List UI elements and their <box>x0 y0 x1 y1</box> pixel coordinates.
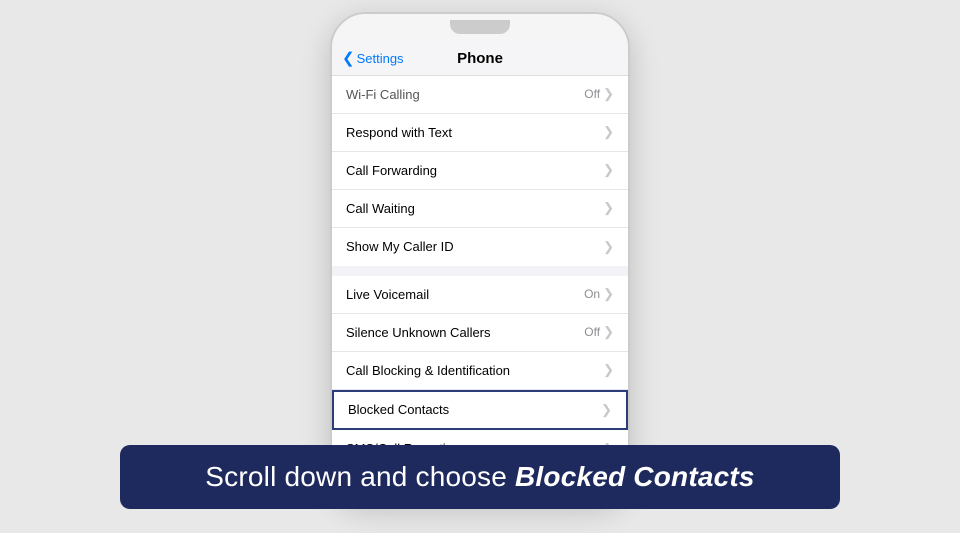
nav-back-button[interactable]: ❮ Settings <box>342 49 404 67</box>
chevron-live-voicemail-icon: ❯ <box>603 286 614 302</box>
row-wifi-calling[interactable]: Wi-Fi Calling Off ❯ <box>332 76 628 114</box>
chevron-waiting-icon: ❯ <box>603 200 614 216</box>
row-call-waiting[interactable]: Call Waiting ❯ <box>332 190 628 228</box>
row-value-wifi: Off <box>584 87 600 101</box>
caption-text-italic: Blocked Contacts <box>515 461 755 492</box>
back-chevron-icon: ❮ <box>342 49 355 67</box>
row-silence-unknown[interactable]: Silence Unknown Callers Off ❯ <box>332 314 628 352</box>
chevron-forwarding-icon: ❯ <box>603 162 614 178</box>
row-label-caller-id: Show My Caller ID <box>346 239 603 254</box>
row-label-blocked-contacts: Blocked Contacts <box>348 402 601 417</box>
row-label-call-forwarding: Call Forwarding <box>346 163 603 178</box>
settings-group-2: Live Voicemail On ❯ Silence Unknown Call… <box>332 276 628 468</box>
chevron-wifi-icon: ❯ <box>603 86 614 102</box>
row-right-blocked: ❯ <box>601 402 612 418</box>
settings-group-1: Wi-Fi Calling Off ❯ Respond with Text ❯ … <box>332 76 628 266</box>
notch <box>450 20 510 34</box>
nav-bar: ❮ Settings Phone <box>332 42 628 76</box>
row-right-blocking: ❯ <box>603 362 614 378</box>
chevron-blocked-icon: ❯ <box>601 402 612 418</box>
chevron-blocking-icon: ❯ <box>603 362 614 378</box>
nav-title: Phone <box>457 50 503 67</box>
phone-mockup: ❮ Settings Phone Wi-Fi Calling Off ❯ Res… <box>330 12 630 502</box>
row-right-live-voicemail: On ❯ <box>584 286 614 302</box>
row-value-silence: Off <box>584 325 600 339</box>
row-label-call-waiting: Call Waiting <box>346 201 603 216</box>
row-right-caller-id: ❯ <box>603 239 614 255</box>
row-right-forwarding: ❯ <box>603 162 614 178</box>
caption-text: Scroll down and choose Blocked Contacts <box>148 461 812 493</box>
row-live-voicemail[interactable]: Live Voicemail On ❯ <box>332 276 628 314</box>
row-call-blocking[interactable]: Call Blocking & Identification ❯ <box>332 352 628 390</box>
row-right-respond: ❯ <box>603 124 614 140</box>
chevron-caller-id-icon: ❯ <box>603 239 614 255</box>
row-right-wifi: Off ❯ <box>584 86 614 102</box>
row-show-caller-id[interactable]: Show My Caller ID ❯ <box>332 228 628 266</box>
page-wrapper: ❮ Settings Phone Wi-Fi Calling Off ❯ Res… <box>0 0 960 533</box>
row-value-live-voicemail: On <box>584 287 600 301</box>
row-call-forwarding[interactable]: Call Forwarding ❯ <box>332 152 628 190</box>
caption-text-before: Scroll down and choose <box>205 461 515 492</box>
phone-top-bar <box>332 14 628 42</box>
chevron-respond-icon: ❯ <box>603 124 614 140</box>
row-label-respond-text: Respond with Text <box>346 125 603 140</box>
back-label: Settings <box>357 51 404 66</box>
row-label-wifi-calling: Wi-Fi Calling <box>346 87 584 102</box>
caption-banner: Scroll down and choose Blocked Contacts <box>120 445 840 509</box>
row-label-call-blocking: Call Blocking & Identification <box>346 363 603 378</box>
row-label-live-voicemail: Live Voicemail <box>346 287 584 302</box>
row-right-silence: Off ❯ <box>584 324 614 340</box>
row-right-waiting: ❯ <box>603 200 614 216</box>
row-respond-text[interactable]: Respond with Text ❯ <box>332 114 628 152</box>
settings-content: Wi-Fi Calling Off ❯ Respond with Text ❯ … <box>332 76 628 502</box>
row-blocked-contacts[interactable]: Blocked Contacts ❯ <box>332 390 628 430</box>
row-label-silence-unknown: Silence Unknown Callers <box>346 325 584 340</box>
chevron-silence-icon: ❯ <box>603 324 614 340</box>
